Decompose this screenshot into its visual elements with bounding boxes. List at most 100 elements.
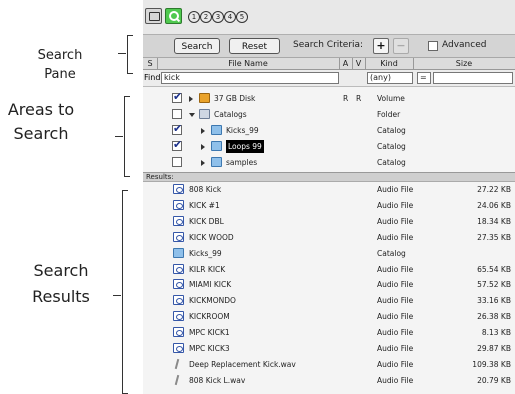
result-row[interactable]: KICK DBL Audio File 18.34 KB xyxy=(143,215,515,228)
result-size: 65.54 KB xyxy=(477,264,511,274)
audio-file-icon xyxy=(173,263,184,274)
bracket-areas xyxy=(124,96,130,177)
result-size: 29.87 KB xyxy=(477,344,511,353)
disclosure-right-icon[interactable] xyxy=(201,144,205,150)
callout-line: Results xyxy=(32,287,90,306)
result-kind: Audio File xyxy=(377,344,414,353)
result-row[interactable]: KICKROOM Audio File 26.38 KB xyxy=(143,310,515,323)
callout-line: Areas to xyxy=(7,100,75,119)
circled-3-icon[interactable]: 3 xyxy=(212,11,224,23)
result-row[interactable]: MIAMI KICK Audio File 57.52 KB xyxy=(143,278,515,291)
result-row[interactable]: KICK #1 Audio File 24.06 KB xyxy=(143,199,515,212)
column-header-s[interactable]: S xyxy=(145,59,155,68)
result-row[interactable]: MPC KICK3 Audio File 29.87 KB xyxy=(143,342,515,355)
area-kind: Catalog xyxy=(377,158,406,167)
area-checkbox[interactable] xyxy=(172,157,182,167)
result-name: KICK #1 xyxy=(189,200,220,210)
area-name: Kicks_99 xyxy=(226,126,259,135)
area-name: Loops 99 xyxy=(226,140,264,153)
audio-file-icon xyxy=(173,231,184,242)
search-button[interactable]: Search xyxy=(174,38,220,54)
result-size: 26.38 KB xyxy=(477,312,511,322)
result-name: KICKMONDO xyxy=(189,296,236,306)
result-size: 27.35 KB xyxy=(477,232,511,242)
result-size: 24.06 KB xyxy=(477,200,511,210)
find-label: Find xyxy=(144,73,161,82)
audio-file-icon xyxy=(173,343,184,353)
advanced-label: Advanced xyxy=(442,40,487,50)
area-row[interactable]: Loops 99 Catalog xyxy=(143,138,515,153)
kind-select[interactable]: (any) xyxy=(367,72,413,84)
search-criteria-label: Search Criteria: xyxy=(293,40,364,50)
column-header-a[interactable]: A xyxy=(339,59,352,68)
column-header-file-name[interactable]: File Name xyxy=(157,59,339,68)
area-checkbox[interactable] xyxy=(172,138,182,151)
result-kind: Audio File xyxy=(377,280,414,290)
result-row[interactable]: 808 Kick L.wav Audio File 20.79 KB xyxy=(143,374,515,387)
file-name-search-input[interactable]: kick xyxy=(161,72,339,84)
audio-file-icon xyxy=(173,215,184,226)
area-kind: Catalog xyxy=(377,142,406,151)
result-size: 18.34 KB xyxy=(477,216,511,226)
callout-line: Search xyxy=(13,124,69,143)
circled-2-icon[interactable]: 2 xyxy=(200,11,212,23)
callout-search-results: Search Results xyxy=(18,258,104,310)
bracket-search-pane xyxy=(127,35,133,74)
result-name: MPC KICK3 xyxy=(189,344,230,353)
column-header-row: S File Name A V Kind Size xyxy=(143,58,515,70)
disclosure-right-icon[interactable] xyxy=(201,160,205,166)
area-checkbox[interactable] xyxy=(172,109,182,119)
result-name: MPC KICK1 xyxy=(189,328,230,338)
advanced-checkbox[interactable] xyxy=(428,41,438,51)
result-kind: Audio File xyxy=(377,185,414,194)
reset-button[interactable]: Reset xyxy=(229,38,280,54)
column-header-kind[interactable]: Kind xyxy=(365,59,413,68)
camera-icon[interactable] xyxy=(145,8,162,24)
area-row[interactable]: samples Catalog xyxy=(143,156,515,169)
disclosure-right-icon[interactable] xyxy=(201,128,205,134)
result-kind: Audio File xyxy=(377,232,414,242)
callout-search-pane: Search Pane xyxy=(10,46,110,84)
area-checkbox[interactable] xyxy=(172,90,182,103)
column-header-v[interactable]: V xyxy=(352,59,365,68)
result-size: 57.52 KB xyxy=(477,280,511,290)
result-row[interactable]: Deep Replacement Kick.wav Audio File 109.3… xyxy=(143,358,515,371)
result-name: Kicks_99 xyxy=(189,248,222,258)
audio-file-icon xyxy=(173,184,184,194)
wav-file-icon xyxy=(173,375,181,385)
result-row[interactable]: MPC KICK1 Audio File 8.13 KB xyxy=(143,326,515,339)
area-checkbox[interactable] xyxy=(172,122,182,135)
result-row[interactable]: KICKMONDO Audio File 33.16 KB xyxy=(143,294,515,307)
size-input[interactable] xyxy=(433,72,513,84)
results-label: Results: xyxy=(143,172,515,182)
audio-file-icon xyxy=(173,311,184,322)
disk-icon xyxy=(199,93,210,103)
result-row[interactable]: Kicks_99 Catalog xyxy=(143,247,515,260)
result-name: 808 Kick xyxy=(189,185,222,194)
column-header-size[interactable]: Size xyxy=(413,59,515,68)
area-row[interactable]: Kicks_99 Catalog xyxy=(143,122,515,137)
result-kind: Audio File xyxy=(377,375,414,385)
toolbar: 1 2 3 4 5 xyxy=(143,0,515,34)
size-operator-select[interactable]: = xyxy=(417,72,431,84)
magnifier-icon[interactable] xyxy=(165,8,182,24)
result-size: 109.38 KB xyxy=(472,359,511,369)
disclosure-right-icon[interactable] xyxy=(189,96,193,102)
area-row[interactable]: Catalogs Folder xyxy=(143,108,515,121)
circled-4-icon[interactable]: 4 xyxy=(224,11,236,23)
disclosure-down-icon[interactable] xyxy=(189,113,195,117)
area-kind: Catalog xyxy=(377,126,406,135)
result-name: MIAMI KICK xyxy=(189,280,232,290)
area-row[interactable]: 37 GB Disk RR Volume xyxy=(143,90,515,105)
result-row[interactable]: KILR KICK Audio File 65.54 KB xyxy=(143,263,515,276)
folder-icon xyxy=(211,157,222,167)
area-a: R xyxy=(343,94,349,103)
result-row[interactable]: KICK WOOD Audio File 27.35 KB xyxy=(143,231,515,244)
result-name: KICK DBL xyxy=(189,216,224,226)
remove-criteria-button[interactable]: − xyxy=(393,38,409,54)
area-name: 37 GB Disk xyxy=(214,94,256,103)
circled-5-icon[interactable]: 5 xyxy=(236,11,248,23)
circled-1-icon[interactable]: 1 xyxy=(188,11,200,23)
add-criteria-button[interactable]: + xyxy=(373,38,389,54)
result-row[interactable]: 808 Kick Audio File 27.22 KB xyxy=(143,183,515,196)
